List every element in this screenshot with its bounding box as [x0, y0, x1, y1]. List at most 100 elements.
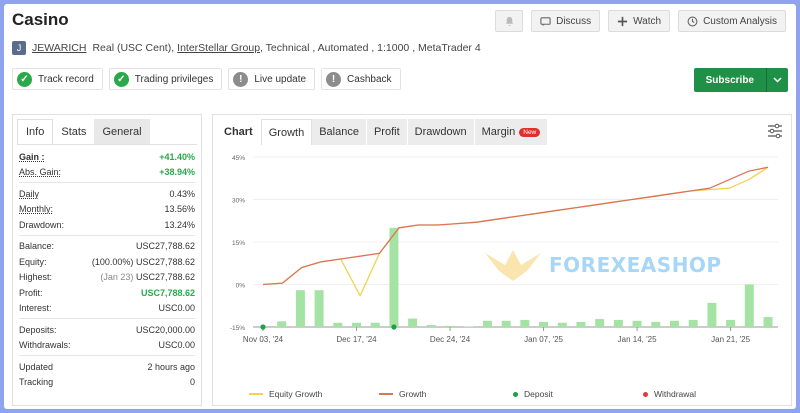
- tab-general[interactable]: General: [94, 119, 150, 144]
- legend-swatch: [249, 393, 263, 395]
- stat-abs-gain: Abs. Gain: +38.94%: [19, 165, 195, 181]
- legend-growth[interactable]: Growth: [379, 389, 426, 399]
- x-tick-label: Jan 07, '25: [524, 335, 563, 344]
- bar: [763, 317, 773, 327]
- avatar: J: [12, 41, 26, 55]
- stat-label: Balance:: [19, 241, 55, 252]
- legend-deposit[interactable]: Deposit: [513, 389, 553, 399]
- watermark: FOREXEASHOP: [483, 245, 722, 285]
- bar: [277, 321, 287, 327]
- tab-balance[interactable]: Balance: [312, 119, 367, 145]
- tab-stats[interactable]: Stats: [53, 119, 94, 144]
- legend-withdrawal[interactable]: Withdrawal: [643, 389, 696, 399]
- divider: [19, 182, 195, 183]
- badge-label: Live update: [254, 73, 307, 85]
- stat-balance: Balance: USC27,788.62: [19, 239, 195, 255]
- stat-drawdown: Drawdown: 13.24%: [19, 217, 195, 233]
- chart-tabs: Chart Growth Balance Profit Drawdown Mar…: [217, 119, 549, 145]
- bar: [314, 290, 324, 327]
- broker-link[interactable]: InterStellar Group: [177, 42, 260, 54]
- stat-value: 13.24%: [164, 219, 195, 230]
- stats-list: Gain : +41.40% Abs. Gain: +38.94% Daily 0.4…: [13, 145, 201, 390]
- check-icon: ✓: [113, 71, 129, 87]
- new-badge: New: [519, 127, 541, 137]
- watermark-text: FOREXEASHOP: [549, 253, 722, 277]
- author-link[interactable]: JEWARICH: [32, 42, 86, 54]
- bar: [539, 321, 549, 327]
- bar: [295, 290, 305, 327]
- stats-tabs: Info Stats General: [17, 119, 197, 145]
- stat-label[interactable]: Gain :: [19, 152, 45, 162]
- subscribe-button[interactable]: Subscribe: [693, 68, 788, 92]
- tab-chart[interactable]: Chart: [217, 119, 261, 145]
- bar: [501, 320, 511, 327]
- bar: [651, 321, 661, 327]
- stat-label[interactable]: Abs. Gain:: [19, 167, 61, 177]
- legend-equity-growth[interactable]: Equity Growth: [249, 389, 322, 399]
- bar: [707, 302, 717, 327]
- stat-label[interactable]: Monthly:: [19, 204, 53, 214]
- tab-info[interactable]: Info: [17, 119, 54, 144]
- watch-label: Watch: [633, 15, 662, 27]
- y-tick-label: 30%: [232, 198, 245, 205]
- badge-cashback[interactable]: ! Cashback: [321, 68, 401, 90]
- stats-panel: Info Stats General Gain : +41.40% Abs. Ga…: [12, 114, 202, 406]
- exclamation-icon: !: [326, 71, 342, 87]
- bar: [688, 319, 698, 327]
- plus-icon: [618, 16, 628, 26]
- bar: [370, 322, 380, 327]
- x-tick-label: Dec 24, '24: [430, 335, 471, 344]
- watch-button[interactable]: Watch: [608, 10, 671, 32]
- tab-drawdown[interactable]: Drawdown: [407, 119, 475, 145]
- tab-margin-label: Margin: [481, 126, 516, 138]
- account-details: , Technical , Automated , 1:1000 , MetaT…: [260, 42, 481, 54]
- x-tick-label: Jan 14, '25: [618, 335, 657, 344]
- tab-margin[interactable]: Margin New: [474, 119, 549, 145]
- bar: [352, 322, 362, 327]
- bar: [576, 321, 586, 327]
- bar: [557, 322, 567, 327]
- stat-label: Withdrawals:: [19, 340, 71, 351]
- badge-label: Track record: [38, 73, 94, 85]
- eagle-logo-icon: [485, 250, 541, 281]
- badge-live-update[interactable]: ! Live update: [228, 68, 316, 90]
- stat-gain: Gain : +41.40%: [19, 149, 195, 165]
- custom-analysis-button[interactable]: Custom Analysis: [678, 10, 786, 32]
- stat-label[interactable]: Daily: [19, 189, 39, 199]
- stat-value: USC27,788.62: [135, 241, 195, 252]
- stat-label: Interest:: [19, 303, 52, 314]
- stat-equity: Equity: (100.00%) USC27,788.62: [19, 254, 195, 270]
- equity-value: USC27,788.62: [135, 256, 195, 267]
- equity-percent: (100.00%): [91, 256, 134, 267]
- legend-swatch: [513, 391, 518, 397]
- bar: [445, 325, 455, 327]
- stat-daily: Daily 0.43%: [19, 186, 195, 202]
- badge-track-record[interactable]: ✓ Track record: [12, 68, 103, 90]
- tab-growth[interactable]: Growth: [260, 119, 313, 145]
- discuss-button[interactable]: Discuss: [531, 10, 601, 32]
- stat-value: 13.56%: [164, 204, 195, 215]
- x-tick-label: Nov 03, '24: [243, 335, 284, 344]
- stat-value: USC20,000.00: [135, 324, 195, 335]
- stat-label: Highest:: [19, 272, 53, 283]
- settings-sliders-icon[interactable]: [767, 123, 783, 139]
- legend-label: Growth: [399, 389, 427, 399]
- stat-label: Drawdown:: [19, 219, 65, 230]
- bar: [632, 320, 642, 327]
- bar: [726, 319, 736, 327]
- legend-label: Equity Growth: [269, 389, 323, 399]
- notification-button[interactable]: [495, 10, 524, 32]
- stat-highest: Highest: (Jan 23) USC27,788.62: [19, 270, 195, 286]
- bar: [408, 318, 418, 327]
- stat-label: Profit:: [19, 287, 43, 298]
- y-tick-label: 15%: [232, 240, 245, 247]
- subscribe-label[interactable]: Subscribe: [694, 68, 766, 92]
- badge-trading-privileges[interactable]: ✓ Trading privileges: [108, 68, 223, 90]
- tab-profit[interactable]: Profit: [366, 119, 408, 145]
- bar: [669, 320, 679, 327]
- subscribe-dropdown[interactable]: [766, 68, 788, 92]
- chart-legend: Equity Growth Growth Deposit Withdrawal: [213, 383, 791, 405]
- chart-panel: Chart Growth Balance Profit Drawdown Mar…: [212, 114, 792, 406]
- stat-tracking: Tracking 0: [19, 375, 195, 391]
- x-tick-label: Jan 21, '25: [711, 335, 750, 344]
